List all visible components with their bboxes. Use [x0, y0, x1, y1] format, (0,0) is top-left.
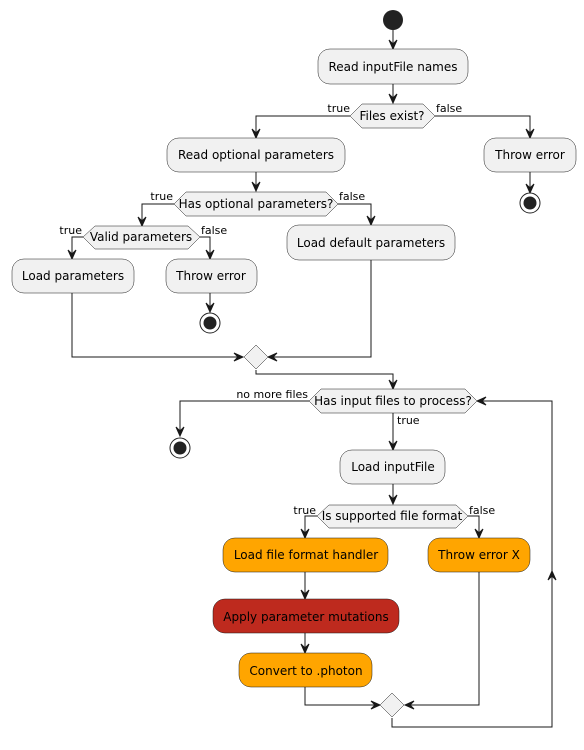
end-node-3 — [169, 437, 191, 459]
edge-has-optional-false — [338, 203, 372, 225]
node-label: Convert to .photon — [249, 664, 362, 678]
edge-label-false: false — [339, 190, 365, 203]
node-throw-error-1: Throw error — [483, 137, 577, 173]
edge-label-true: true — [150, 190, 173, 203]
node-read-names: Read inputFile names — [317, 48, 469, 85]
edge-no-more-files — [179, 400, 309, 436]
decision-label: Has input files to process? — [314, 394, 472, 408]
node-label: Throw error — [494, 148, 565, 162]
merge-node-params — [243, 344, 269, 370]
edge-label-false: false — [469, 504, 495, 517]
edge-label-no-more-files: no more files — [236, 388, 308, 401]
edge-label-false: false — [436, 102, 462, 115]
node-label: Load file format handler — [234, 548, 378, 562]
decision-files-exist: Files exist? — [349, 103, 436, 129]
node-label: Load parameters — [22, 269, 124, 283]
node-apply-mutations: Apply parameter mutations — [212, 598, 400, 634]
edge-files-exist-true — [255, 115, 350, 138]
end-node-2 — [199, 312, 221, 334]
decision-has-input: Has input files to process? — [308, 388, 478, 414]
merge-node-format — [379, 692, 405, 718]
node-label: Throw error — [175, 269, 246, 283]
node-read-optional: Read optional parameters — [166, 137, 346, 173]
decision-is-supported: Is supported file format — [316, 504, 469, 529]
node-label: Apply parameter mutations — [223, 610, 388, 624]
node-label: Throw error X — [437, 548, 520, 562]
node-load-input: Load inputFile — [339, 449, 446, 485]
decision-has-optional: Has optional parameters? — [173, 191, 339, 217]
decision-label: Is supported file format — [322, 509, 463, 523]
node-load-params: Load parameters — [11, 258, 135, 294]
edge-label-true: true — [293, 504, 316, 517]
edge-has-optional-true — [141, 203, 174, 226]
node-label: Load inputFile — [351, 460, 435, 474]
edge-label-true: true — [59, 224, 82, 237]
activity-diagram: Read inputFile names Files exist? true f… — [11, 10, 577, 728]
start-node — [383, 10, 403, 30]
edge-convert-merge — [304, 687, 380, 706]
edge-throw-error-x-merge — [405, 572, 480, 706]
decision-valid-params: Valid parameters — [82, 225, 201, 250]
node-load-handler: Load file format handler — [222, 537, 389, 573]
node-label: Read optional parameters — [178, 148, 334, 162]
end-node-1 — [519, 192, 541, 214]
node-convert: Convert to .photon — [238, 652, 373, 688]
edge-load-default-merge — [268, 260, 372, 358]
node-throw-error-2: Throw error — [165, 258, 258, 294]
edge-label-false: false — [201, 224, 227, 237]
node-label: Load default parameters — [297, 236, 445, 250]
node-label: Read inputFile names — [328, 60, 457, 74]
node-throw-error-x: Throw error X — [427, 537, 531, 573]
edge-merge-has-input — [255, 370, 394, 389]
node-load-default: Load default parameters — [286, 224, 456, 261]
edge-label-true: true — [397, 414, 420, 427]
decision-label: Valid parameters — [90, 230, 192, 244]
decision-label: Has optional parameters? — [179, 197, 334, 211]
edge-files-exist-false — [435, 115, 531, 138]
edge-label-true: true — [327, 102, 350, 115]
decision-label: Files exist? — [359, 109, 424, 123]
